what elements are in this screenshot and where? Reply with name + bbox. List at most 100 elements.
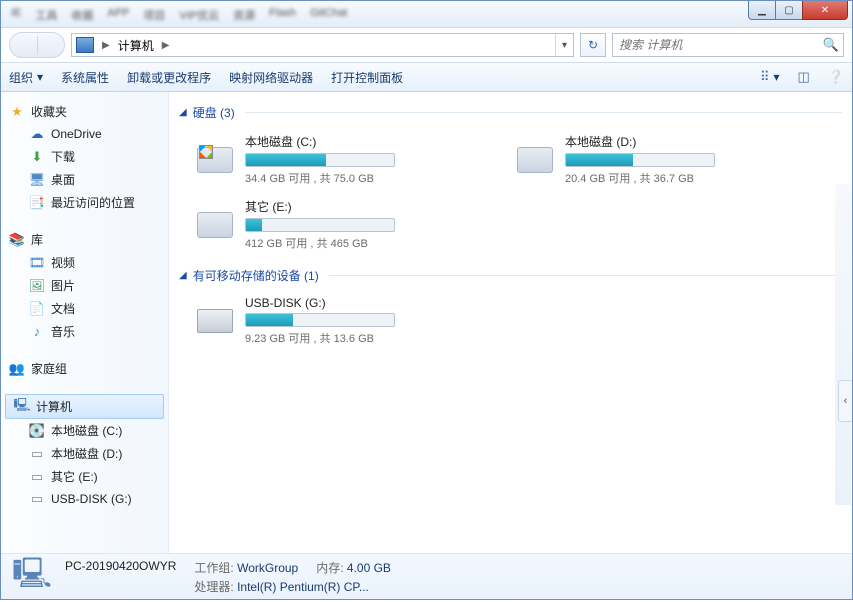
navigation-pane: ★收藏夹 ☁OneDrive ⬇下载 🖥桌面 📑最近访问的位置 📚库 🎞视频 🖼…: [1, 92, 169, 553]
hdd-windows-icon: [195, 143, 235, 177]
drive-stats: 412 GB 可用 , 共 465 GB: [245, 235, 491, 251]
preview-pane-button[interactable]: ◫: [798, 69, 810, 85]
organize-menu[interactable]: 组织 ▾: [9, 69, 43, 86]
video-icon: 🎞: [29, 255, 45, 271]
drive-label: 本地磁盘 (C:): [245, 133, 491, 150]
help-button[interactable]: ❔: [828, 69, 844, 85]
drive-icon: 💽: [29, 423, 45, 439]
refresh-button[interactable]: ↻: [580, 33, 606, 57]
drive-stats: 9.23 GB 可用 , 共 13.6 GB: [245, 330, 491, 346]
drive-label: 其它 (E:): [245, 198, 491, 215]
drive-item-d[interactable]: 本地磁盘 (D:) 20.4 GB 可用 , 共 36.7 GB: [513, 129, 813, 190]
music-icon: ♪: [29, 324, 45, 340]
sidebar-item-recent[interactable]: 📑最近访问的位置: [1, 191, 168, 214]
drive-label: USB-DISK (G:): [245, 296, 491, 310]
computer-icon: 🖳: [14, 399, 30, 415]
drive-icon: ▭: [29, 491, 45, 507]
favorites-header[interactable]: ★收藏夹: [1, 100, 168, 123]
search-icon[interactable]: 🔍: [819, 37, 843, 53]
hdd-icon: [515, 143, 555, 177]
sidebar-item-pictures[interactable]: 🖼图片: [1, 274, 168, 297]
open-control-panel-button[interactable]: 打开控制面板: [331, 69, 403, 86]
sidebar-item-documents[interactable]: 📄文档: [1, 297, 168, 320]
system-properties-button[interactable]: 系统属性: [61, 69, 109, 86]
uninstall-programs-button[interactable]: 卸载或更改程序: [127, 69, 211, 86]
computer-large-icon: 🖳: [11, 558, 53, 596]
search-box[interactable]: 🔍: [612, 33, 844, 57]
sidebar-item-downloads[interactable]: ⬇下载: [1, 145, 168, 168]
onedrive-icon: ☁: [29, 126, 45, 142]
download-icon: ⬇: [29, 149, 45, 165]
toolbar: 组织 ▾ 系统属性 卸载或更改程序 映射网络驱动器 打开控制面板 ⠿ ▾ ◫ ❔: [1, 62, 852, 92]
star-icon: ★: [9, 104, 25, 120]
sidebar-item-onedrive[interactable]: ☁OneDrive: [1, 123, 168, 145]
usage-fill: [246, 314, 293, 326]
collapse-icon: ◢: [179, 107, 187, 118]
hdd-icon: [195, 208, 235, 242]
navigation-bar: ▶ 计算机 ▶ ▾ ↻ 🔍: [1, 28, 852, 62]
sidebar-item-drive-d[interactable]: ▭本地磁盘 (D:): [1, 442, 168, 465]
breadcrumb-arrow-icon[interactable]: ▶: [98, 40, 114, 51]
minimize-button[interactable]: ▁: [748, 1, 776, 20]
drive-stats: 34.4 GB 可用 , 共 75.0 GB: [245, 170, 491, 186]
homegroup-icon: 👥: [9, 361, 25, 377]
breadcrumb-root[interactable]: 计算机: [114, 37, 158, 54]
preview-pane-toggle[interactable]: ‹: [838, 380, 852, 422]
map-network-drive-button[interactable]: 映射网络驱动器: [229, 69, 313, 86]
usage-fill: [246, 154, 326, 166]
scrollbar[interactable]: [835, 184, 851, 505]
sidebar-item-videos[interactable]: 🎞视频: [1, 251, 168, 274]
computer-icon: [76, 37, 94, 53]
close-button[interactable]: ✕: [802, 1, 848, 20]
usage-bar: [245, 153, 395, 167]
usage-bar: [245, 218, 395, 232]
window-titlebar: IE工具收据APP项目VIP优云资源FlashGitChat ▁ ▢ ✕: [1, 1, 852, 28]
sidebar-item-drive-e[interactable]: ▭其它 (E:): [1, 465, 168, 488]
hostname-value: PC-20190420OWYR: [65, 559, 176, 576]
cpu-value: Intel(R) Pentium(R) CP...: [237, 580, 369, 594]
usage-bar: [565, 153, 715, 167]
sidebar-item-computer[interactable]: 🖳计算机: [5, 394, 164, 419]
titlebar-background-text: IE工具收据APP项目VIP优云资源FlashGitChat: [1, 1, 749, 29]
usage-fill: [566, 154, 633, 166]
sidebar-item-drive-c[interactable]: 💽本地磁盘 (C:): [1, 419, 168, 442]
address-bar[interactable]: ▶ 计算机 ▶ ▾: [71, 33, 574, 57]
library-icon: 📚: [9, 232, 25, 248]
view-icon: ⠿: [760, 69, 770, 85]
group-header-hdd[interactable]: ◢ 硬盘 (3): [179, 104, 842, 121]
address-dropdown-icon[interactable]: ▾: [555, 34, 573, 56]
chevron-down-icon: ▾: [773, 70, 779, 84]
drive-label: 本地磁盘 (D:): [565, 133, 811, 150]
memory-label: 内存:: [316, 561, 343, 575]
search-input[interactable]: [613, 38, 819, 52]
drive-icon: ▭: [29, 446, 45, 462]
sidebar-item-drive-g[interactable]: ▭USB-DISK (G:): [1, 488, 168, 510]
help-icon: ❔: [828, 69, 844, 85]
drive-icon: ▭: [29, 469, 45, 485]
drive-item-g[interactable]: USB-DISK (G:) 9.23 GB 可用 , 共 13.6 GB: [193, 292, 493, 350]
drive-item-c[interactable]: 本地磁盘 (C:) 34.4 GB 可用 , 共 75.0 GB: [193, 129, 493, 190]
pane-icon: ◫: [798, 69, 810, 85]
chevron-down-icon: ▾: [37, 70, 43, 84]
recent-icon: 📑: [29, 195, 45, 211]
usage-fill: [246, 219, 262, 231]
homegroup-header[interactable]: 👥家庭组: [1, 357, 168, 380]
sidebar-item-desktop[interactable]: 🖥桌面: [1, 168, 168, 191]
document-icon: 📄: [29, 301, 45, 317]
workgroup-value: WorkGroup: [237, 561, 298, 575]
maximize-button[interactable]: ▢: [775, 1, 803, 20]
drive-item-e[interactable]: 其它 (E:) 412 GB 可用 , 共 465 GB: [193, 194, 493, 255]
image-icon: 🖼: [29, 278, 45, 294]
collapse-icon: ◢: [179, 270, 187, 281]
back-forward-buttons[interactable]: [9, 32, 65, 58]
cpu-label: 处理器:: [194, 580, 233, 594]
desktop-icon: 🖥: [29, 172, 45, 188]
usb-drive-icon: [195, 304, 235, 338]
group-header-removable[interactable]: ◢ 有可移动存储的设备 (1): [179, 267, 842, 284]
workgroup-label: 工作组:: [194, 561, 233, 575]
memory-value: 4.00 GB: [347, 561, 391, 575]
view-options-button[interactable]: ⠿ ▾: [760, 69, 780, 85]
breadcrumb-arrow-icon[interactable]: ▶: [158, 40, 174, 51]
libraries-header[interactable]: 📚库: [1, 228, 168, 251]
sidebar-item-music[interactable]: ♪音乐: [1, 320, 168, 343]
